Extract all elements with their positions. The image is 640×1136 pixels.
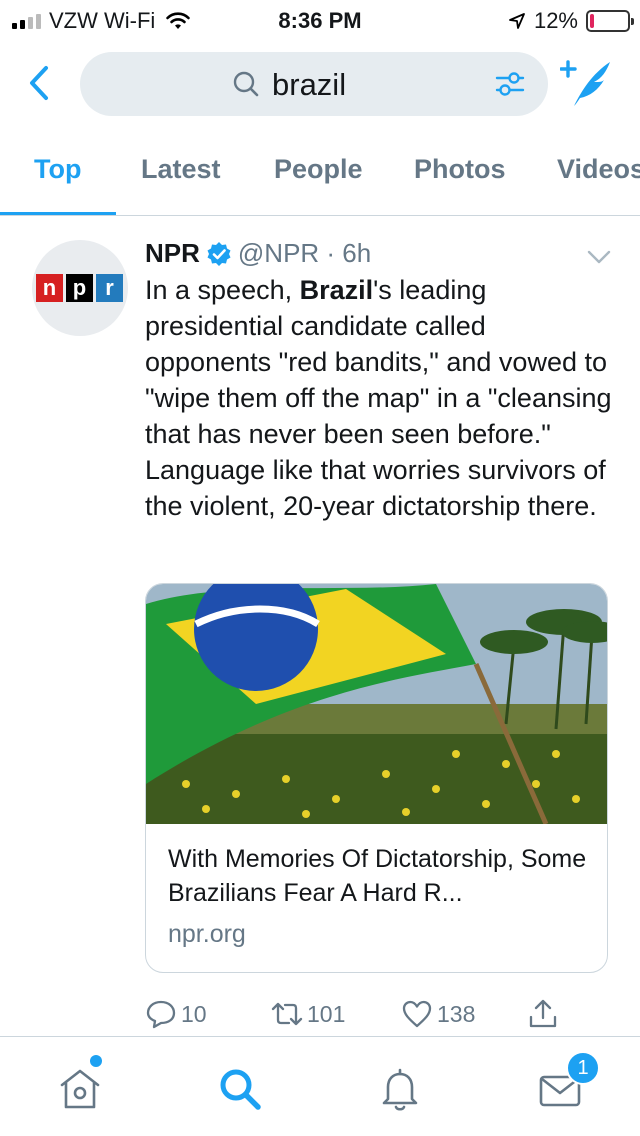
retweet-button[interactable]: 101 [271,998,345,1030]
search-icon [233,71,259,97]
tab-top[interactable]: Top [34,154,81,185]
search-input[interactable]: brazil [80,52,548,116]
battery-icon [586,10,634,32]
tweet-text-highlight: Brazil [299,275,374,305]
reply-count: 10 [181,1000,207,1027]
card-title: With Memories Of Dictatorship, Some Braz… [168,845,587,907]
back-chevron-icon[interactable] [22,60,58,106]
battery-fill [590,14,594,28]
heart-icon [402,1000,432,1028]
reply-button[interactable]: 10 [145,998,207,1030]
retweet-count: 101 [307,1000,346,1027]
location-arrow-icon [509,13,525,29]
messages-badge: 1 [566,1051,600,1085]
verified-badge-icon [207,241,231,266]
chevron-down-icon[interactable] [586,248,612,266]
tweet-text: In a speech, Brazil's leading presidenti… [145,272,615,524]
bottom-navigation: 1 [0,1036,640,1136]
tab-latest[interactable]: Latest [141,154,221,185]
tweet-actions: 10 101 138 [145,998,615,1034]
battery-percent: 12% [533,8,578,33]
tab-people[interactable]: People [274,154,363,185]
author-handle-time: @NPR · 6h [237,238,372,268]
tab-photos[interactable]: Photos [414,154,506,185]
card-domain: npr.org [168,920,246,948]
search-header: brazil [0,50,640,118]
avatar[interactable]: n p r [32,240,128,336]
search-tabs: Top Latest People Photos Videos [0,140,640,216]
like-count: 138 [437,1000,476,1027]
home-icon[interactable] [56,1065,104,1113]
npr-logo: n p r [36,274,123,302]
reply-icon [146,1000,176,1029]
tweet-header: NPR @NPR · 6h [145,238,371,269]
logo-letter-n: n [36,274,63,302]
compose-tweet-icon[interactable] [560,56,616,112]
share-icon [529,999,557,1028]
logo-letter-p: p [66,274,93,302]
tweet-text-after: 's leading presidential candidate called… [145,275,612,521]
card-image [146,584,607,824]
active-tab-indicator [0,212,116,215]
notifications-icon[interactable] [376,1065,424,1113]
search-query: brazil [272,67,347,102]
author-name[interactable]: NPR [145,238,200,269]
home-unread-dot [90,1055,102,1067]
search-icon[interactable] [216,1065,264,1113]
status-bar: VZW Wi-Fi 8:36 PM 12% [0,0,640,40]
retweet-icon [271,1002,303,1026]
share-button[interactable] [527,998,559,1030]
tweet[interactable]: n p r NPR @NPR · 6h In a speech, Brazil'… [0,218,640,1036]
link-card[interactable]: With Memories Of Dictatorship, Some Braz… [145,583,608,973]
filter-sliders-icon[interactable] [494,68,526,100]
logo-letter-r: r [96,274,123,302]
tab-videos[interactable]: Videos [557,154,640,185]
tweet-text-before: In a speech, [145,275,300,305]
status-right: 12% [508,8,634,34]
like-button[interactable]: 138 [401,998,475,1030]
